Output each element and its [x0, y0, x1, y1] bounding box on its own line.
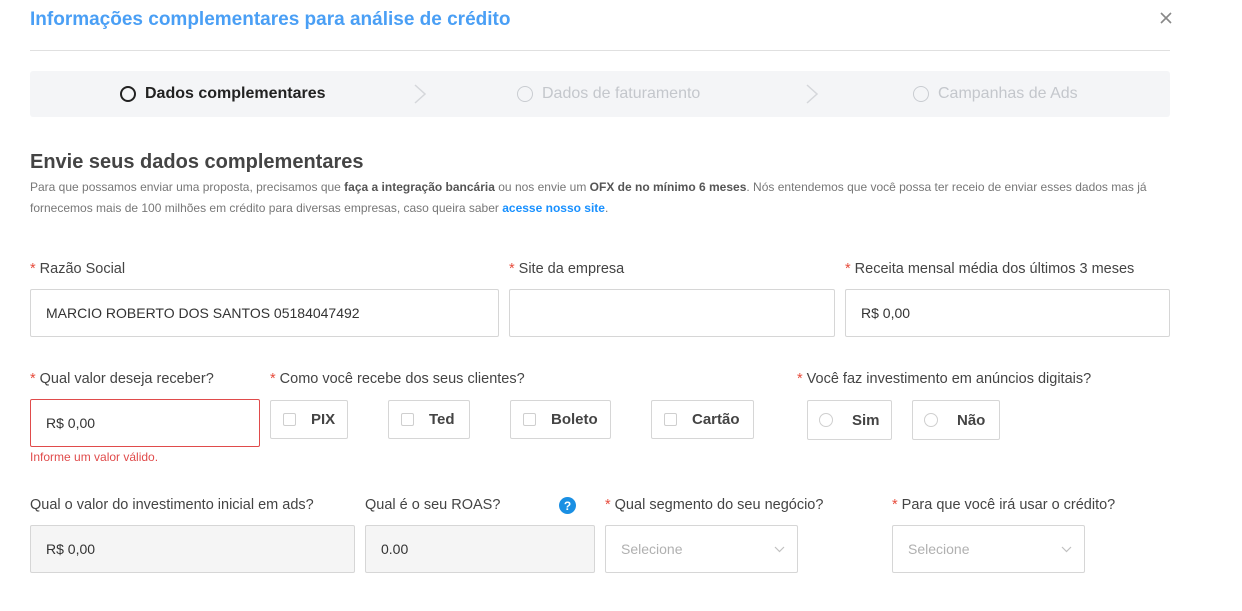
step-label: Dados de faturamento: [542, 85, 701, 102]
site-label: * Site da empresa: [509, 261, 624, 277]
step-circle-icon: [913, 86, 929, 102]
recebe-label: * Como você recebe dos seus clientes?: [270, 371, 525, 387]
chevron-right-icon: [806, 84, 819, 104]
checkbox-icon: [664, 413, 677, 426]
checkbox-ted[interactable]: Ted: [388, 400, 470, 439]
label-text: Receita mensal média dos últimos 3 meses: [854, 261, 1135, 277]
label-text: Qual segmento do seu negócio?: [614, 497, 824, 513]
checkbox-cartao[interactable]: Cartão: [651, 400, 754, 439]
stepper: Dados complementares Dados de faturament…: [30, 71, 1170, 117]
step-label: Dados complementares: [145, 85, 326, 102]
step-label: Campanhas de Ads: [938, 85, 1078, 102]
step-dados-faturamento[interactable]: Dados de faturamento: [517, 71, 700, 117]
select-placeholder: Selecione: [621, 541, 683, 557]
option-label: PIX: [311, 411, 336, 428]
receita-label: * Receita mensal média dos últimos 3 mese…: [845, 261, 1134, 277]
option-label: Boleto: [551, 411, 598, 428]
chevron-down-icon: [774, 546, 785, 552]
valor-label: * Qual valor deseja receber?: [30, 371, 214, 387]
label-text: Para que você irá usar o crédito?: [901, 497, 1116, 513]
step-dados-complementares[interactable]: Dados complementares: [120, 71, 326, 117]
checkbox-icon: [523, 413, 536, 426]
section-description: Para que possamos enviar uma proposta, p…: [30, 177, 1170, 219]
uso-credito-select[interactable]: Selecione: [892, 525, 1085, 573]
investimento-inicial-input[interactable]: R$ 0,00: [30, 525, 355, 573]
checkbox-icon: [283, 413, 296, 426]
modal-title: Informações complementares para análise …: [30, 9, 511, 30]
razao-social-input[interactable]: MARCIO ROBERTO DOS SANTOS 05184047492: [30, 289, 499, 337]
label-text: Você faz investimento em anúncios digita…: [806, 371, 1092, 387]
razao-social-label: * Razão Social: [30, 261, 125, 277]
site-link[interactable]: acesse nosso site: [502, 201, 605, 215]
close-icon[interactable]: [1158, 10, 1174, 26]
step-circle-icon: [120, 86, 136, 102]
title-divider: [30, 50, 1170, 51]
help-icon[interactable]: ?: [559, 497, 576, 514]
roas-label: Qual é o seu ROAS?: [365, 497, 501, 513]
step-circle-icon: [517, 86, 533, 102]
segmento-select[interactable]: Selecione: [605, 525, 798, 573]
valor-error-message: Informe um valor válido.: [30, 450, 159, 464]
required-mark: *: [30, 371, 36, 387]
site-input[interactable]: [509, 289, 835, 337]
receita-input[interactable]: R$ 0,00: [845, 289, 1170, 337]
investimento-anuncios-label: * Você faz investimento em anúncios digit…: [797, 371, 1091, 387]
desc-text: ou nos envie um: [494, 180, 590, 194]
radio-nao[interactable]: Não: [912, 400, 1000, 440]
roas-input[interactable]: 0.00: [365, 525, 595, 573]
radio-sim[interactable]: Sim: [807, 400, 892, 440]
required-mark: *: [892, 497, 898, 513]
select-placeholder: Selecione: [908, 541, 970, 557]
desc-bold: OFX de no mínimo 6 meses: [589, 180, 747, 194]
required-mark: *: [30, 261, 36, 277]
option-label: Sim: [852, 411, 880, 429]
chevron-right-icon: [414, 84, 427, 104]
desc-text: .: [604, 201, 609, 215]
radio-icon: [819, 413, 833, 427]
required-mark: *: [845, 261, 851, 277]
checkbox-icon: [401, 413, 414, 426]
label-text: Qual valor deseja receber?: [39, 371, 214, 387]
chevron-down-icon: [1061, 546, 1072, 552]
checkbox-boleto[interactable]: Boleto: [510, 400, 611, 439]
label-text: Site da empresa: [518, 261, 625, 277]
investimento-inicial-label: Qual o valor do investimento inicial em …: [30, 497, 314, 513]
desc-text: Para que possamos enviar uma proposta, p…: [30, 180, 345, 194]
radio-icon: [924, 413, 938, 427]
step-campanhas-ads[interactable]: Campanhas de Ads: [913, 71, 1078, 117]
checkbox-pix[interactable]: PIX: [270, 400, 348, 439]
option-label: Cartão: [692, 411, 740, 428]
valor-input[interactable]: R$ 0,00: [30, 399, 260, 447]
desc-bold: faça a integração bancária: [344, 180, 495, 194]
label-text: Razão Social: [39, 261, 126, 277]
option-label: Não: [957, 411, 986, 429]
required-mark: *: [797, 371, 803, 387]
required-mark: *: [509, 261, 515, 277]
section-title: Envie seus dados complementares: [30, 151, 364, 173]
label-text: Como você recebe dos seus clientes?: [279, 371, 525, 387]
uso-credito-label: * Para que você irá usar o crédito?: [892, 497, 1115, 513]
required-mark: *: [605, 497, 611, 513]
option-label: Ted: [429, 411, 455, 428]
required-mark: *: [270, 371, 276, 387]
segmento-label: * Qual segmento do seu negócio?: [605, 497, 823, 513]
